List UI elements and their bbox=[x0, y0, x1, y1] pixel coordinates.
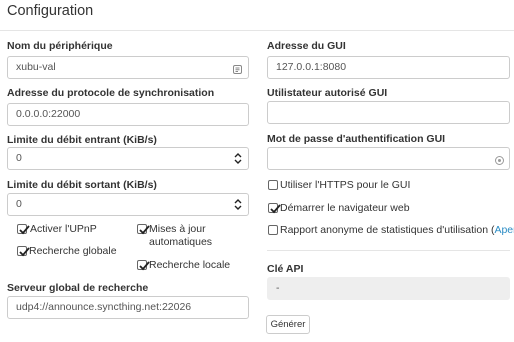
device-name-input[interactable]: xubu-val bbox=[7, 56, 249, 79]
api-key-field: - bbox=[267, 277, 510, 300]
incoming-rate-value: 0 bbox=[16, 152, 22, 164]
section-divider bbox=[267, 250, 510, 251]
sync-protocol-label: Adresse du protocole de synchronisation bbox=[7, 87, 215, 99]
stepper-icon[interactable] bbox=[234, 198, 242, 211]
stats-preview-link[interactable]: Aperçu bbox=[494, 224, 514, 236]
global-server-label: Serveur global de recherche bbox=[7, 282, 149, 294]
gui-user-input[interactable] bbox=[267, 101, 510, 124]
device-name-label: Nom du périphérique bbox=[7, 40, 113, 52]
upnp-label: Activer l'UPnP bbox=[30, 223, 97, 235]
stats-label-text: Rapport anonyme de statistiques d'utilis… bbox=[280, 224, 495, 236]
stats-checkbox[interactable] bbox=[268, 225, 278, 235]
global-discovery-label: Recherche globale bbox=[29, 245, 117, 257]
https-checkbox[interactable] bbox=[268, 180, 278, 190]
https-label: Utiliser l'HTTPS pour le GUI bbox=[280, 179, 411, 191]
page-header: Configuration bbox=[0, 0, 514, 31]
api-key-value: - bbox=[276, 282, 280, 294]
auto-upgrade-label-line2: automatiques bbox=[149, 236, 213, 248]
gui-address-label: Adresse du GUI bbox=[267, 40, 346, 52]
gui-address-input[interactable]: 127.0.0.1:8080 bbox=[267, 56, 510, 79]
api-key-label: Clé API bbox=[267, 263, 304, 275]
local-discovery-label: Recherche locale bbox=[149, 259, 231, 271]
gui-password-label: Mot de passe d'authentification GUI bbox=[267, 133, 446, 145]
incoming-rate-label: Limite du débit entrant (KiB/s) bbox=[7, 134, 157, 146]
browser-checkbox[interactable] bbox=[268, 203, 281, 214]
local-discovery-checkbox[interactable] bbox=[137, 260, 150, 271]
browser-label: Démarrer le navigateur web bbox=[280, 202, 410, 214]
auto-upgrade-checkbox[interactable] bbox=[137, 224, 150, 235]
gui-address-value: 127.0.0.1:8080 bbox=[276, 61, 347, 73]
outgoing-rate-label: Limite du débit sortant (KiB/s) bbox=[7, 179, 157, 191]
global-discovery-checkbox[interactable] bbox=[17, 246, 30, 257]
global-server-input[interactable]: udp4://announce.syncthing.net:22026 bbox=[7, 296, 249, 319]
gui-password-input[interactable] bbox=[267, 147, 510, 170]
id-card-icon bbox=[232, 62, 243, 78]
generate-button[interactable]: Générer bbox=[266, 315, 310, 334]
incoming-rate-input[interactable]: 0 bbox=[7, 147, 249, 170]
upnp-checkbox[interactable] bbox=[17, 224, 30, 235]
auto-upgrade-label-line1: Mises à jour bbox=[149, 223, 206, 235]
device-name-value: xubu-val bbox=[16, 61, 56, 73]
global-server-value: udp4://announce.syncthing.net:22026 bbox=[16, 301, 192, 313]
outgoing-rate-value: 0 bbox=[16, 198, 22, 210]
sync-protocol-value: 0.0.0.0:22000 bbox=[16, 108, 81, 120]
checkmark-icon bbox=[19, 225, 30, 235]
key-icon bbox=[494, 153, 505, 169]
stepper-icon[interactable] bbox=[234, 152, 242, 165]
page-title: Configuration bbox=[7, 3, 94, 19]
outgoing-rate-input[interactable]: 0 bbox=[7, 193, 249, 216]
stats-label: Rapport anonyme de statistiques d'utilis… bbox=[280, 224, 514, 237]
gui-user-label: Utilistateur autorisé GUI bbox=[267, 87, 388, 99]
sync-protocol-input[interactable]: 0.0.0.0:22000 bbox=[7, 103, 249, 126]
